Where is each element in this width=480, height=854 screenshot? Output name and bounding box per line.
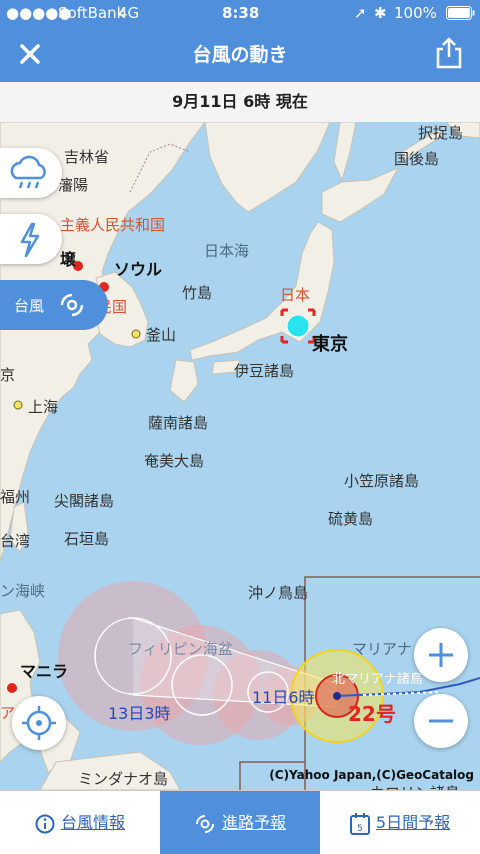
status-time: 8:38 — [222, 4, 260, 22]
share-button[interactable] — [434, 36, 464, 70]
label-japan: 日本 — [280, 286, 311, 304]
svg-text:5: 5 — [357, 824, 363, 834]
label-forecast-13: 13日3時 — [108, 704, 171, 723]
typhoon-map[interactable]: 択捉島 国後島 吉林省 瀋陽 主義人民共和国 壌 ソウル 韓民国 竹島 日本海 … — [0, 122, 480, 790]
label-pyongyang: 壌 — [60, 250, 77, 269]
label-seoul: ソウル — [114, 260, 163, 279]
label-iwoto: 硫黄島 — [328, 510, 374, 528]
typhoon-tab-icon — [195, 814, 214, 833]
label-forecast-11: 11日6時 — [252, 688, 315, 707]
label-taiwan: 台湾 — [0, 532, 31, 550]
label-typhoon-number: 22号 — [348, 702, 396, 726]
label-mariana: マリアナ — [352, 640, 412, 658]
label-izu: 伊豆諸島 — [234, 362, 295, 380]
tab-typhoon-info[interactable]: 台風情報 — [0, 791, 160, 854]
label-shanghai: 上海 — [28, 398, 59, 416]
label-amami: 奄美大島 — [144, 452, 205, 470]
label-philippine-sea: フィリピン海盆 — [128, 640, 233, 658]
page-title: 台風の動き — [192, 44, 288, 66]
rain-cloud-icon — [10, 155, 46, 189]
typhoon-layer-label: 台風 — [14, 297, 45, 315]
bottom-tab-bar: 台風情報 進路予報 5 5日間予報 — [0, 790, 480, 854]
tab-track-forecast-label: 進路予報 — [221, 813, 286, 832]
battery-icon — [446, 6, 475, 20]
zoom-out-button[interactable] — [414, 694, 468, 748]
lightning-icon — [20, 222, 40, 258]
info-icon — [35, 814, 55, 833]
bluetooth-icon: ✱ — [374, 4, 387, 22]
rain-cloud-button[interactable] — [0, 148, 62, 198]
status-bar: ●●●●● SoftBank 4G 8:38 ➚ ✱ 100% — [0, 0, 480, 26]
label-kunashiri: 国後島 — [394, 150, 440, 168]
label-caroline: カロリン諸島 — [370, 782, 460, 790]
lightning-button[interactable] — [0, 214, 62, 264]
label-busan: 釜山 — [146, 326, 177, 344]
tab-five-day-forecast-label: 5日間予報 — [375, 813, 451, 832]
label-tokyo: 東京 — [312, 334, 348, 355]
network-label: 4G — [118, 4, 140, 22]
label-jilin: 吉林省 — [64, 148, 110, 166]
plus-icon — [429, 643, 453, 667]
label-nanjing: 京 — [0, 366, 16, 384]
label-north-mariana: 北マリアナ諸島 — [332, 672, 423, 687]
label-senkaku: 尖閣諸島 — [54, 492, 115, 510]
tab-track-forecast[interactable]: 進路予報 — [160, 791, 320, 854]
share-icon — [436, 37, 462, 69]
location-arrow-icon: ➚ — [354, 4, 367, 22]
map-credit: (C)Yahoo Japan,(C)GeoCatalog — [269, 768, 474, 782]
label-fujian: 福州 — [0, 488, 31, 506]
typhoon-layer-button[interactable]: 台風 — [0, 280, 108, 330]
label-mindanao: ミンダナオ島 — [78, 770, 169, 788]
label-shenyang: 瀋陽 — [58, 176, 89, 194]
crosshair-icon — [22, 706, 56, 740]
label-okinotori: 沖ノ鳥島 — [248, 584, 309, 602]
typhoon-icon — [60, 293, 84, 317]
label-sea-of-japan: 日本海 — [204, 242, 250, 260]
date-bar: 9月11日 6時 現在 — [0, 82, 480, 123]
label-ishigaki: 石垣島 — [64, 530, 110, 548]
tab-five-day-forecast[interactable]: 5 5日間予報 — [320, 791, 480, 854]
label-ogasawara: 小笠原諸島 — [344, 472, 420, 490]
battery-percent: 100% — [394, 4, 437, 22]
tab-typhoon-info-label: 台風情報 — [60, 813, 125, 832]
calendar-icon: 5 — [349, 812, 370, 835]
label-bashi: ン海峡 — [0, 582, 46, 600]
locate-button[interactable] — [12, 696, 66, 750]
zoom-in-button[interactable] — [414, 628, 468, 682]
label-satsunan: 薩南諸島 — [148, 414, 209, 432]
label-dprk: 主義人民共和国 — [60, 216, 166, 234]
carrier-label: SoftBank — [58, 4, 126, 22]
minus-icon — [429, 719, 453, 723]
label-takeshima: 竹島 — [182, 284, 213, 302]
label-manila: マニラ — [20, 662, 69, 681]
label-etorofu: 択捉島 — [418, 124, 464, 142]
nav-bar: 台風の動き — [0, 26, 480, 82]
